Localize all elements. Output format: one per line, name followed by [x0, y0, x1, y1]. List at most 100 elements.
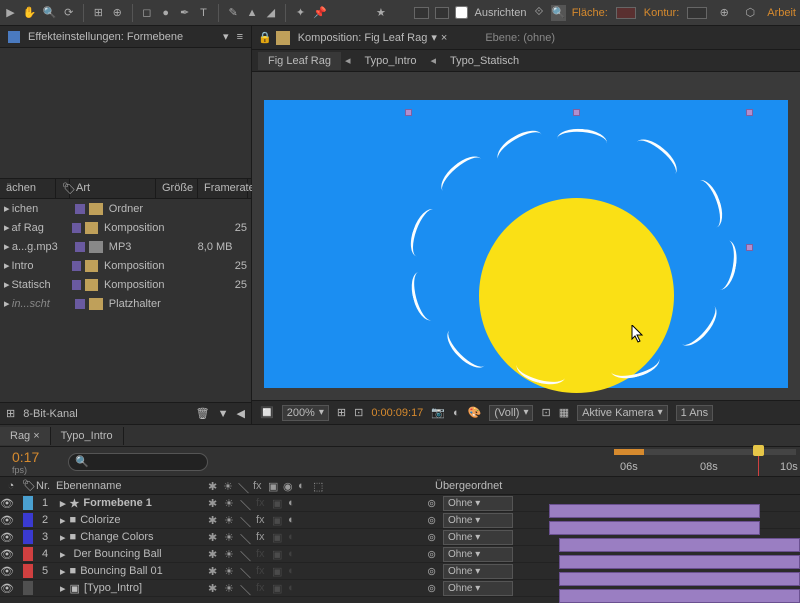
search-icon: 🔍 — [75, 455, 89, 468]
color-mgmt-icon[interactable]: 🎨 — [468, 406, 482, 419]
guides-icon[interactable]: ⊡ — [354, 406, 363, 419]
col-parent[interactable]: Übergeordnet — [429, 480, 551, 492]
chevron-left-icon: ◂ — [427, 54, 441, 67]
chevron-left-icon: ◂ — [341, 54, 355, 67]
project-column-headers: ächen 🏷 Art Größe Framerate — [0, 178, 251, 199]
label-col-icon[interactable]: 🏷 — [22, 479, 32, 492]
ray-shape — [556, 127, 608, 155]
chevron-down-icon[interactable]: ▾ — [223, 30, 229, 43]
comp-dropdown-icon[interactable]: ▾ — [431, 31, 437, 44]
breadcrumb-item[interactable]: Fig Leaf Rag — [258, 52, 341, 70]
camera-dropdown[interactable]: Aktive Kamera ▾ — [577, 405, 668, 421]
project-row[interactable]: ▸in...schtPlatzhalter — [0, 294, 251, 313]
ray-shape — [688, 177, 728, 232]
hand-tool-icon[interactable]: ✋ — [23, 4, 37, 22]
time-ruler[interactable]: 06s 08s 10s — [610, 447, 800, 477]
viewer-layer-title[interactable]: Ebene: (ohne) — [485, 32, 555, 44]
breadcrumb-item[interactable]: Typo_Statisch — [440, 52, 529, 70]
trash-icon[interactable]: 🗑 — [196, 407, 210, 420]
timeline-layer-rows: 👁1▸★Formebene 1✱☀＼fx▣◐⊚Ohne ▾👁2▸■Coloriz… — [0, 495, 800, 597]
project-footer: ⊞ 8-Bit-Kanal 🗑 ▼ ◀ — [0, 402, 251, 424]
search-icon[interactable]: 🔍 — [551, 5, 565, 21]
timeline-panel: Rag × Typo_Intro 0:17 fps) 🔍 ▣ ⬚ 👤 ▤ ◉ 📈… — [0, 424, 800, 600]
transform-handle[interactable] — [746, 109, 753, 116]
fill-color-swatch[interactable] — [616, 7, 636, 19]
roi-icon[interactable]: ⊡ — [541, 406, 550, 419]
canvas-area[interactable] — [252, 72, 800, 400]
transform-handle[interactable] — [405, 109, 412, 116]
add-icon[interactable]: ⊕ — [715, 4, 733, 22]
ray-shape — [492, 124, 547, 170]
resolution-dropdown[interactable]: (Voll) ▾ — [489, 405, 533, 421]
project-row[interactable]: ▸StatischKomposition25 — [0, 275, 251, 294]
current-time[interactable]: 0:00:09:17 — [371, 407, 423, 419]
zoom-tool-icon[interactable]: 🔍 — [43, 4, 57, 22]
ellipse-tool-icon[interactable]: ● — [159, 4, 172, 22]
breadcrumb-item[interactable]: Typo_Intro — [355, 52, 427, 70]
project-row[interactable]: ▸a...g.mp3MP38,0 MB — [0, 237, 251, 256]
layer-search-input[interactable]: 🔍 — [68, 453, 208, 471]
align-checkbox[interactable] — [455, 6, 468, 19]
interpret-icon[interactable]: ⊞ — [6, 407, 15, 420]
left-panel: Effekteinstellungen: Formebene ▾ ≡ ächen… — [0, 26, 252, 424]
timecode-display[interactable]: 0:17 fps) — [0, 449, 62, 475]
snap-icon[interactable]: ⟐ — [532, 4, 545, 22]
timeline-tab[interactable]: Rag × — [0, 427, 51, 445]
project-row[interactable]: ▸IntroKomposition25 — [0, 256, 251, 275]
col-layer-name[interactable]: Ebenenname — [50, 480, 204, 492]
text-tool-icon[interactable]: T — [197, 4, 210, 22]
ray-shape — [435, 150, 489, 201]
col-size[interactable]: Größe — [156, 179, 198, 198]
clone-tool-icon[interactable]: ▲ — [246, 4, 259, 22]
project-row[interactable]: ▸af RagKomposition25 — [0, 218, 251, 237]
star-shape-icon[interactable]: ★ — [374, 4, 387, 22]
channel-icon[interactable]: ◐ — [453, 407, 460, 419]
viewer-comp-title[interactable]: Komposition: Fig Leaf Rag — [298, 32, 428, 44]
views-dropdown[interactable]: 1 Ans — [676, 405, 714, 421]
transform-handle[interactable] — [746, 244, 753, 251]
grid-icon[interactable]: ⊞ — [337, 406, 346, 419]
stroke-color-swatch[interactable] — [687, 7, 707, 19]
close-tab-icon[interactable]: × — [441, 32, 447, 44]
pan-behind-tool-icon[interactable]: ⊕ — [111, 4, 124, 22]
col-label-icon[interactable]: 🏷 — [56, 179, 70, 198]
transform-handle[interactable] — [573, 109, 580, 116]
ray-shape — [405, 205, 445, 260]
folder-new-icon[interactable]: ▼ — [218, 408, 229, 420]
snapshot-icon[interactable]: 📷 — [431, 406, 445, 419]
lock-icon[interactable]: 🔒 — [258, 31, 272, 44]
composition-canvas[interactable] — [264, 100, 788, 388]
col-framerate[interactable]: Framerate — [198, 179, 248, 198]
av-toggle-icon[interactable]: ◔ — [0, 480, 22, 492]
selection-tool-icon[interactable]: ▶ — [4, 4, 17, 22]
effects-panel-tab[interactable]: Effekteinstellungen: Formebene ▾ ≡ — [0, 26, 251, 48]
ray-shape — [672, 298, 723, 352]
bit-depth[interactable]: 8-Bit-Kanal — [23, 408, 77, 420]
playhead[interactable] — [758, 447, 759, 476]
timeline-tab[interactable]: Typo_Intro — [51, 427, 124, 445]
panel-color-icon — [8, 31, 20, 43]
puppet-tool-icon[interactable]: 📌 — [313, 4, 327, 22]
camera-tool-icon[interactable]: ⊞ — [92, 4, 105, 22]
col-nr[interactable]: Nr. — [32, 480, 50, 492]
panel-menu-icon[interactable]: ≡ — [237, 31, 243, 43]
rotate-tool-icon[interactable]: ⟳ — [62, 4, 75, 22]
brush-tool-icon[interactable]: ✎ — [227, 4, 240, 22]
project-row[interactable]: ▸ichenOrdner — [0, 199, 251, 218]
switches-header: ✱☀＼fx▣◉◐⬚ — [204, 480, 429, 492]
layer-row[interactable]: 👁1▸★Formebene 1✱☀＼fx▣◐⊚Ohne ▾ — [0, 495, 800, 512]
shape-tool-icon[interactable]: ◻ — [140, 4, 153, 22]
magnify-icon[interactable]: 🔲 — [260, 406, 274, 419]
pen-tool-icon[interactable]: ✒ — [178, 4, 191, 22]
bezier-icon[interactable]: ⬡ — [741, 4, 759, 22]
ray-shape — [629, 133, 683, 184]
fill-swatch[interactable] — [414, 7, 429, 19]
zoom-dropdown[interactable]: 200% ▾ — [282, 405, 329, 421]
roto-tool-icon[interactable]: ✦ — [294, 4, 307, 22]
col-type[interactable]: Art — [70, 179, 156, 198]
comp-new-icon[interactable]: ◀ — [237, 407, 245, 420]
stroke-swatch[interactable] — [435, 7, 450, 19]
eraser-tool-icon[interactable]: ◢ — [264, 4, 277, 22]
transparency-icon[interactable]: ▦ — [559, 406, 569, 419]
col-name[interactable]: ächen — [0, 179, 56, 198]
